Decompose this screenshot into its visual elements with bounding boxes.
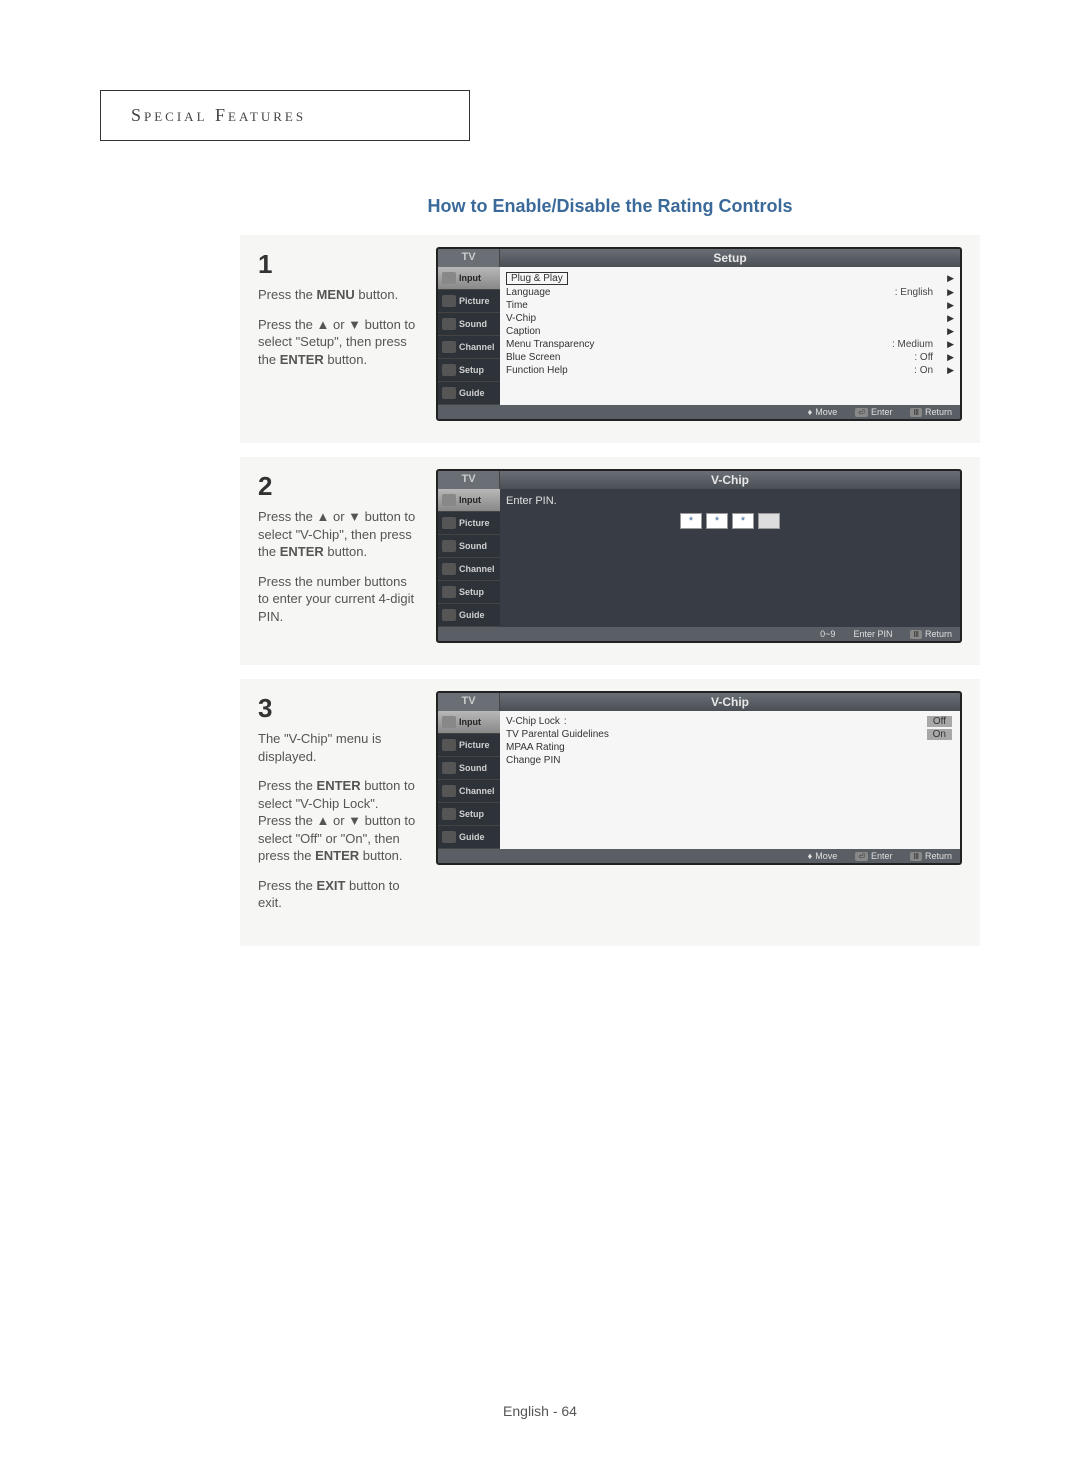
- osd-content: Plug & Play▶ Language: English▶ Time▶ V-…: [500, 267, 960, 405]
- picture-icon: [442, 739, 456, 751]
- arrow-right-icon: ▶: [947, 313, 954, 324]
- osd-title: V-Chip: [500, 693, 960, 711]
- setup-icon: [442, 586, 456, 598]
- input-icon: [442, 494, 456, 506]
- arrow-right-icon: ▶: [947, 339, 954, 350]
- nav-guide: Guide: [438, 826, 500, 849]
- sound-icon: [442, 762, 456, 774]
- osd-tv-label: TV: [438, 693, 500, 711]
- arrow-right-icon: ▶: [947, 326, 954, 337]
- setup-icon: [442, 364, 456, 376]
- sound-icon: [442, 318, 456, 330]
- sound-icon: [442, 540, 456, 552]
- step-number: 1: [258, 247, 418, 282]
- nav-picture: Picture: [438, 290, 500, 313]
- picture-icon: [442, 517, 456, 529]
- chapter-title: Special Features: [131, 105, 306, 125]
- picture-icon: [442, 295, 456, 307]
- vchip-lock-value: Off: [927, 716, 952, 727]
- pin-digit: *: [706, 513, 728, 529]
- setup-icon: [442, 808, 456, 820]
- osd-header: TV V-Chip: [438, 471, 960, 489]
- page-footer: English - 64: [0, 1403, 1080, 1419]
- return-icon: Ⅲ: [910, 630, 922, 639]
- osd-footer: ♦Move ⏎Enter ⅢReturn: [438, 849, 960, 863]
- osd-pin-content: Enter PIN. * * *: [500, 489, 960, 627]
- step-3-text: 3 The "V-Chip" menu is displayed. Press …: [258, 691, 418, 924]
- enter-icon: ⏎: [855, 408, 868, 417]
- return-icon: Ⅲ: [910, 852, 922, 861]
- input-icon: [442, 272, 456, 284]
- nav-picture: Picture: [438, 512, 500, 535]
- step-2: 2 Press the ▲ or ▼ button to select "V-C…: [240, 457, 980, 665]
- arrow-right-icon: ▶: [947, 352, 954, 363]
- arrow-right-icon: ▶: [947, 365, 954, 376]
- channel-icon: [442, 785, 456, 797]
- enter-icon: ⏎: [855, 852, 868, 861]
- nav-channel: Channel: [438, 336, 500, 359]
- arrow-right-icon: ▶: [947, 287, 954, 298]
- nav-setup: Setup: [438, 581, 500, 604]
- input-icon: [442, 716, 456, 728]
- move-icon: ♦: [808, 407, 813, 417]
- nav-channel: Channel: [438, 780, 500, 803]
- step-number: 3: [258, 691, 418, 726]
- guide-icon: [442, 831, 456, 843]
- osd-tv-label: TV: [438, 471, 500, 489]
- nav-guide: Guide: [438, 382, 500, 405]
- osd-setup: TV Setup Input Picture Sound Channel Set…: [436, 247, 962, 421]
- osd-footer: 0~9 Enter PIN ⅢReturn: [438, 627, 960, 641]
- osd-header: TV Setup: [438, 249, 960, 267]
- chapter-header: Special Features: [100, 90, 470, 141]
- step-number: 2: [258, 469, 418, 504]
- nav-setup: Setup: [438, 359, 500, 382]
- nav-sound: Sound: [438, 313, 500, 336]
- tv-guidelines-value: On: [927, 729, 952, 740]
- osd-content: V-Chip Lock:Off TV Parental GuidelinesOn…: [500, 711, 960, 849]
- nav-setup: Setup: [438, 803, 500, 826]
- guide-icon: [442, 387, 456, 399]
- osd-vchip-menu: TV V-Chip Input Picture Sound Channel Se…: [436, 691, 962, 865]
- step-3: 3 The "V-Chip" menu is displayed. Press …: [240, 679, 980, 946]
- osd-tv-label: TV: [438, 249, 500, 267]
- channel-icon: [442, 341, 456, 353]
- nav-input: Input: [438, 267, 500, 290]
- nav-input: Input: [438, 711, 500, 734]
- osd-footer: ♦Move ⏎Enter ⅢReturn: [438, 405, 960, 419]
- osd-header: TV V-Chip: [438, 693, 960, 711]
- arrow-right-icon: ▶: [947, 273, 954, 284]
- step-1-text: 1 Press the MENU button. Press the ▲ or …: [258, 247, 418, 380]
- pin-digit: *: [732, 513, 754, 529]
- return-icon: Ⅲ: [910, 408, 922, 417]
- nav-channel: Channel: [438, 558, 500, 581]
- nav-guide: Guide: [438, 604, 500, 627]
- pin-digit: *: [680, 513, 702, 529]
- page-title: How to Enable/Disable the Rating Control…: [240, 196, 980, 217]
- osd-title: V-Chip: [500, 471, 960, 489]
- step-1: 1 Press the MENU button. Press the ▲ or …: [240, 235, 980, 443]
- enter-pin-label: Enter PIN.: [506, 495, 954, 507]
- pin-digit: [758, 513, 780, 529]
- step-2-text: 2 Press the ▲ or ▼ button to select "V-C…: [258, 469, 418, 637]
- osd-sidebar: Input Picture Sound Channel Setup Guide: [438, 711, 500, 849]
- osd-sidebar: Input Picture Sound Channel Setup Guide: [438, 489, 500, 627]
- channel-icon: [442, 563, 456, 575]
- osd-sidebar: Input Picture Sound Channel Setup Guide: [438, 267, 500, 405]
- guide-icon: [442, 609, 456, 621]
- nav-sound: Sound: [438, 757, 500, 780]
- move-icon: ♦: [808, 851, 813, 861]
- nav-input: Input: [438, 489, 500, 512]
- nav-picture: Picture: [438, 734, 500, 757]
- osd-vchip-pin: TV V-Chip Input Picture Sound Channel Se…: [436, 469, 962, 643]
- arrow-right-icon: ▶: [947, 300, 954, 311]
- osd-title: Setup: [500, 249, 960, 267]
- nav-sound: Sound: [438, 535, 500, 558]
